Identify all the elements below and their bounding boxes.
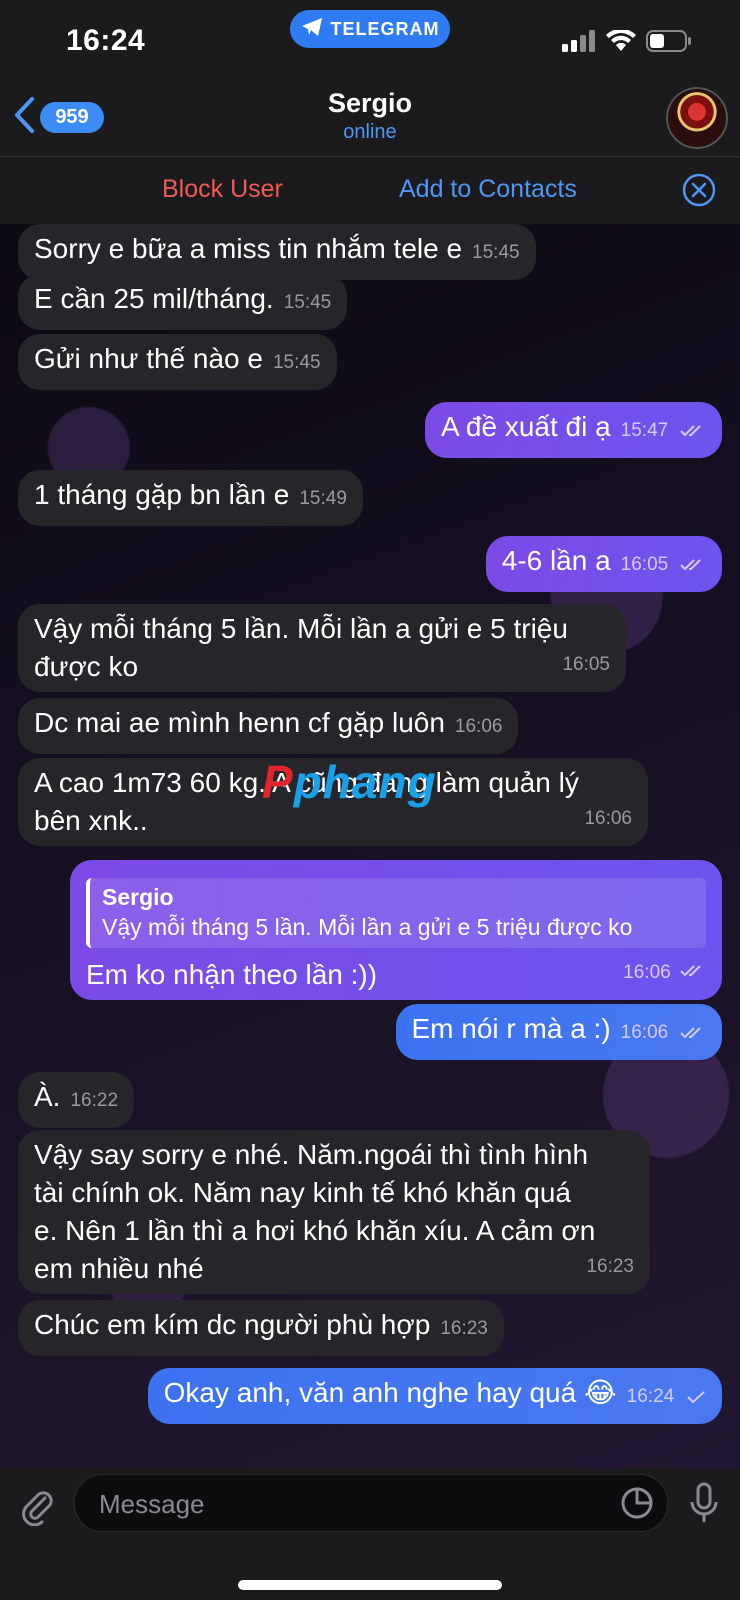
telegram-pill[interactable]: TELEGRAM: [290, 10, 450, 48]
microphone-icon[interactable]: [688, 1482, 720, 1529]
message-text: A đề xuất đi ạ: [440, 411, 611, 442]
reply-quote[interactable]: Sergio Vậy mỗi tháng 5 lần. Mỗi lần a gử…: [86, 878, 706, 948]
message-outgoing[interactable]: 4-6 lần a 16:05: [485, 536, 722, 592]
add-to-contacts-button[interactable]: Add to Contacts: [399, 175, 577, 204]
message-time: 16:06: [620, 1022, 669, 1043]
read-checkmarks-icon: [680, 410, 706, 448]
message-text-line: A cao 1m73 60 kg. A cũng đang làm quản l…: [34, 767, 579, 798]
system-icons: [562, 28, 692, 57]
cellular-signal-icon: [562, 30, 596, 57]
message-time: 16:22: [70, 1090, 119, 1111]
contact-action-bar: Block User Add to Contacts: [0, 156, 740, 225]
message-text: Chúc em kím dc người phù hợp: [34, 1309, 431, 1340]
message-text: Okay anh, văn anh nghe hay quá 😂: [163, 1377, 617, 1408]
message-text-line: em nhiều nhé: [34, 1253, 204, 1284]
message-time: 16:06: [454, 716, 503, 737]
sticker-icon[interactable]: [619, 1485, 655, 1526]
message-time: 16:23: [586, 1256, 634, 1277]
message-outgoing-reply[interactable]: Sergio Vậy mỗi tháng 5 lần. Mỗi lần a gử…: [70, 860, 722, 1000]
sent-checkmark-icon: [686, 1376, 706, 1414]
message-text: 1 tháng gặp bn lần e: [34, 479, 290, 510]
message-incoming[interactable]: A cao 1m73 60 kg. A cũng đang làm quản l…: [18, 758, 648, 846]
message-time: 15:45: [283, 292, 332, 313]
message-text-line: được ko: [34, 651, 139, 682]
avatar[interactable]: [666, 87, 728, 149]
message-incoming[interactable]: 1 tháng gặp bn lần e 15:49: [18, 470, 363, 526]
message-incoming[interactable]: E cần 25 mil/tháng. 15:45: [18, 274, 348, 330]
message-time: 16:06: [584, 808, 632, 829]
close-circle-icon[interactable]: [682, 173, 716, 207]
message-text: Em nói r mà a :): [411, 1013, 611, 1044]
paperclip-icon[interactable]: [18, 1486, 58, 1531]
message-text-line: Vậy mỗi tháng 5 lần. Mỗi lần a gửi e 5 t…: [34, 613, 568, 644]
wifi-icon: [606, 28, 636, 57]
message-input[interactable]: [97, 1475, 581, 1533]
message-time: 15:45: [272, 352, 321, 373]
message-text: À.: [34, 1081, 61, 1112]
message-time: 15:45: [472, 242, 520, 263]
reply-text: Vậy mỗi tháng 5 lần. Mỗi lần a gửi e 5 t…: [102, 914, 633, 940]
message-text: Dc mai ae mình henn cf gặp luôn: [34, 707, 445, 738]
message-text-line: Vậy say sorry e nhé. Năm.ngoái thì tình …: [34, 1139, 589, 1170]
read-checkmarks-icon: [680, 954, 706, 992]
message-outgoing[interactable]: Em nói r mà a :) 16:06: [395, 1004, 722, 1060]
composer-bar: [0, 1468, 740, 1600]
message-text-line: tài chính ok. Năm nay kinh tế khó khăn q…: [34, 1177, 571, 1208]
message-incoming[interactable]: Vậy mỗi tháng 5 lần. Mỗi lần a gửi e 5 t…: [18, 604, 626, 692]
chat-title: Sergio: [327, 88, 413, 118]
status-clock: 16:24: [66, 24, 146, 57]
message-incoming[interactable]: Gửi như thế nào e 15:45: [18, 334, 337, 390]
message-time: 15:49: [299, 488, 347, 509]
read-checkmarks-icon: [680, 544, 706, 582]
message-text: 4-6 lần a: [501, 545, 611, 576]
chat-header: 959 Sergio online: [0, 82, 740, 156]
message-incoming[interactable]: Chúc em kím dc người phù hợp 16:23: [18, 1300, 504, 1356]
message-incoming[interactable]: Dc mai ae mình henn cf gặp luôn 16:06: [18, 698, 519, 754]
block-user-button[interactable]: Block User: [162, 175, 283, 204]
message-text: E cần 25 mil/tháng.: [34, 283, 274, 314]
message-outgoing[interactable]: A đề xuất đi ạ 15:47: [424, 402, 722, 458]
message-time-value: 16:06: [623, 962, 671, 983]
reply-author: Sergio: [102, 884, 174, 910]
paper-plane-icon: [301, 17, 323, 42]
read-checkmarks-icon: [680, 1012, 706, 1050]
message-text-line: e. Nên 1 lần thì a hơi khó khăn xíu. A c…: [34, 1215, 596, 1246]
message-text: Gửi như thế nào e: [34, 343, 263, 374]
chat-status: online: [343, 121, 397, 143]
message-time: 16:05: [562, 654, 610, 675]
message-outgoing[interactable]: Okay anh, văn anh nghe hay quá 😂 16:24: [147, 1368, 722, 1424]
message-text: Em ko nhận theo lần :)): [86, 959, 378, 990]
message-incoming[interactable]: À. 16:22: [18, 1072, 135, 1128]
message-list[interactable]: Sorry e bữa a miss tin nhắm tele e 15:45 …: [0, 224, 740, 1468]
message-time: 16:24: [626, 1386, 675, 1407]
message-incoming[interactable]: Vậy say sorry e nhé. Năm.ngoái thì tình …: [18, 1130, 650, 1294]
battery-icon: [646, 30, 692, 57]
message-time: 16:05: [620, 554, 669, 575]
message-time: 15:47: [620, 420, 669, 441]
message-text-line: bên xnk..: [34, 805, 148, 836]
telegram-pill-label: TELEGRAM: [330, 18, 440, 39]
status-bar: 16:24 TELEGRAM: [0, 0, 740, 82]
message-time: 16:06: [623, 954, 706, 992]
message-incoming[interactable]: Sorry e bữa a miss tin nhắm tele e 15:45: [18, 224, 536, 280]
message-time: 16:23: [440, 1318, 488, 1339]
message-text: Sorry e bữa a miss tin nhắm tele e: [34, 233, 463, 264]
chat-title-block[interactable]: Sergio online: [0, 88, 740, 144]
home-indicator[interactable]: [238, 1580, 502, 1590]
message-field[interactable]: [74, 1474, 668, 1533]
